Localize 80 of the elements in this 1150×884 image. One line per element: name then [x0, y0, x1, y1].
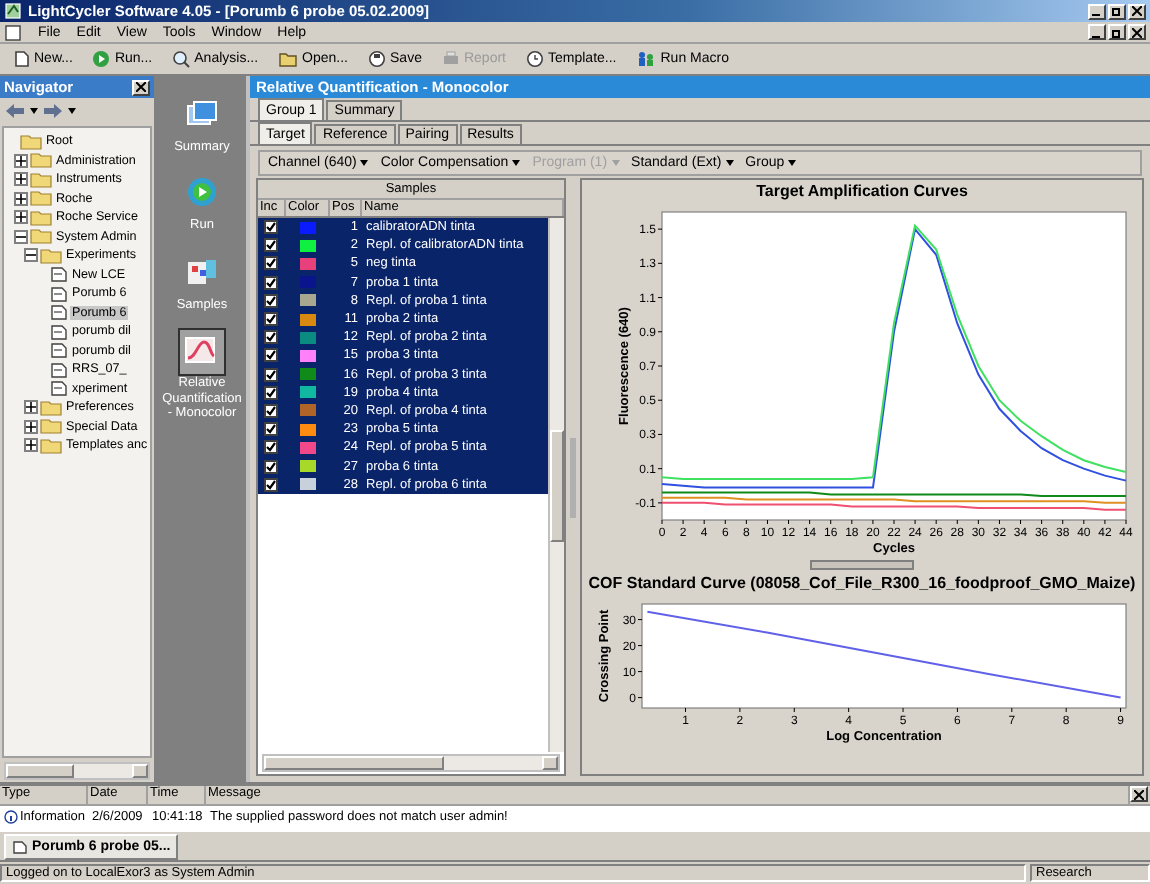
document-icon	[50, 285, 68, 302]
folder-icon	[40, 399, 62, 416]
splitter-handle[interactable]	[570, 437, 576, 517]
back-arrow-icon	[6, 104, 24, 118]
close-button[interactable]	[1130, 786, 1148, 802]
expand-icon[interactable]	[24, 419, 38, 434]
expand-icon[interactable]	[24, 438, 38, 453]
clock-icon	[526, 50, 544, 68]
document-icon	[50, 361, 68, 378]
document-icon	[50, 323, 68, 340]
close-button[interactable]	[132, 79, 150, 95]
folder-icon	[30, 228, 52, 245]
restore-button[interactable]	[1108, 24, 1126, 40]
play-icon	[92, 50, 111, 68]
checkbox[interactable]	[264, 238, 278, 253]
folder-icon	[30, 171, 52, 188]
document-icon	[50, 304, 68, 321]
caret-icon	[30, 108, 38, 114]
folder-icon	[20, 133, 42, 150]
checkbox[interactable]	[264, 367, 278, 382]
checkbox[interactable]	[264, 440, 278, 455]
app-icon	[4, 2, 22, 20]
minimize-button[interactable]	[1088, 3, 1106, 19]
folder-icon	[40, 437, 62, 454]
expand-icon[interactable]	[14, 153, 28, 168]
document-icon	[50, 380, 68, 397]
checkbox[interactable]	[264, 256, 278, 271]
folder-icon	[278, 50, 299, 68]
checkbox[interactable]	[264, 330, 278, 345]
splitter-handle[interactable]	[810, 559, 914, 569]
colored-cards-icon	[184, 255, 220, 288]
checkbox[interactable]	[264, 459, 278, 474]
checkbox[interactable]	[264, 312, 278, 327]
magnifier-icon	[172, 50, 191, 68]
chart-title: COF Standard Curve (08058_Cof_File_R300_16_foodproof_GMO_Maize)	[588, 574, 1136, 592]
caret-icon	[725, 160, 734, 166]
document-icon	[50, 342, 68, 359]
checkbox[interactable]	[264, 385, 278, 400]
caret-icon	[512, 160, 521, 166]
play-icon	[184, 176, 220, 209]
checkbox[interactable]	[264, 403, 278, 418]
document-icon	[50, 266, 68, 283]
checkbox[interactable]	[264, 422, 278, 437]
folder-icon	[30, 209, 52, 226]
checkbox[interactable]	[264, 477, 278, 492]
horizontal-scrollbar[interactable]	[4, 762, 150, 780]
expand-icon[interactable]	[14, 210, 28, 225]
caret-icon	[788, 160, 797, 166]
restore-icon	[1112, 27, 1122, 37]
folder-icon	[30, 190, 52, 207]
caret-icon	[611, 160, 620, 166]
close-button[interactable]	[1128, 3, 1146, 19]
printer-icon	[441, 50, 460, 68]
chart-title: Target Amplification Curves	[756, 182, 968, 200]
restore-button[interactable]	[1108, 3, 1126, 19]
cards-icon	[184, 98, 220, 130]
caret-icon	[360, 160, 369, 166]
collapse-icon[interactable]	[24, 248, 38, 263]
expand-icon[interactable]	[24, 400, 38, 415]
checkbox[interactable]	[264, 293, 278, 308]
document-icon	[12, 840, 28, 854]
collapse-icon[interactable]	[14, 229, 28, 244]
folder-icon	[30, 152, 52, 169]
minimize-button[interactable]	[1088, 24, 1106, 40]
horizontal-scrollbar[interactable]	[262, 754, 560, 772]
expand-icon[interactable]	[14, 172, 28, 187]
close-button[interactable]	[1128, 24, 1146, 40]
checkbox[interactable]	[264, 275, 278, 290]
expand-icon[interactable]	[14, 191, 28, 206]
checkbox[interactable]	[264, 220, 278, 235]
curve-card-icon	[184, 334, 220, 367]
vertical-scrollbar[interactable]	[548, 218, 564, 752]
caret-icon	[68, 108, 76, 114]
folder-icon	[40, 418, 62, 435]
forward-arrow-icon	[44, 104, 62, 118]
restore-icon	[1112, 6, 1122, 16]
folder-icon	[40, 247, 62, 264]
people-icon	[636, 50, 657, 68]
checkbox[interactable]	[264, 348, 278, 363]
close-icon	[1132, 6, 1142, 16]
